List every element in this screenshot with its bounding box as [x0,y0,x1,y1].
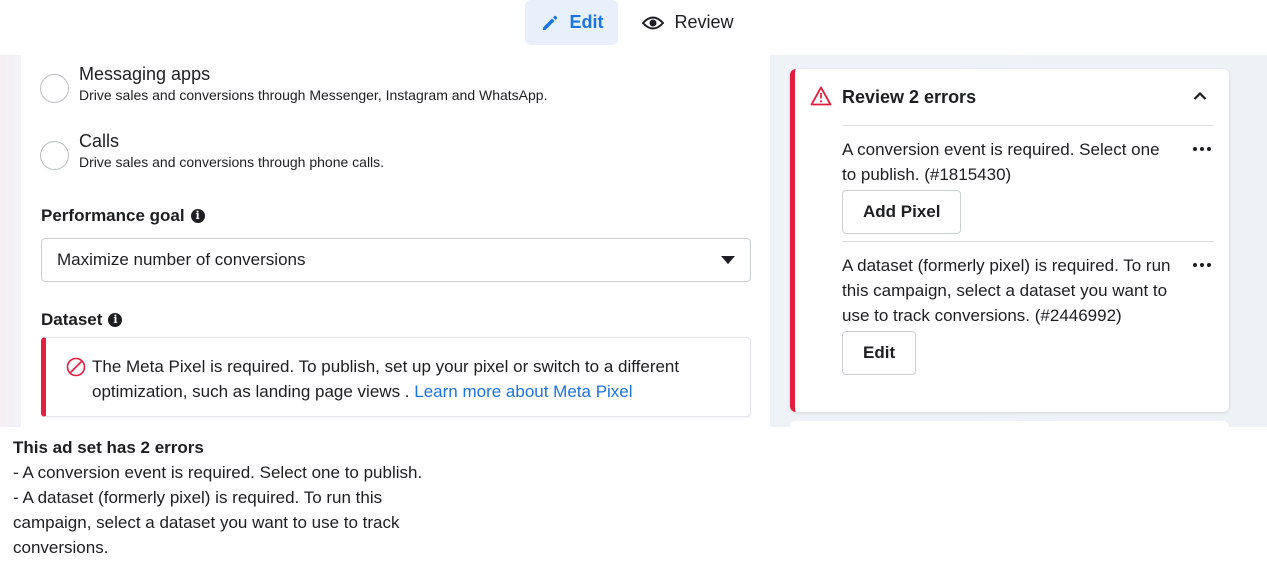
error-message: A dataset (formerly pixel) is required. … [842,256,1171,325]
radio-button[interactable] [40,141,69,170]
option-text: Messaging apps Drive sales and conversio… [79,63,547,105]
option-description: Drive sales and conversions through Mess… [79,87,548,103]
tooltip-error-line: - A dataset (formerly pixel) is required… [13,488,400,557]
warning-icon [810,86,832,106]
option-title: Messaging apps [79,64,211,84]
eye-icon [642,16,665,29]
learn-more-link[interactable]: Learn more about Meta Pixel [414,382,632,401]
option-text: Calls Drive sales and conversions throug… [79,130,384,172]
caret-down-icon [721,256,735,264]
tooltip-error-line: - A conversion event is required. Select… [13,463,423,482]
review-mode-label: Review [674,12,734,32]
review-errors-panel: Review 2 errors A conversion event is re… [790,69,1229,412]
divider [842,241,1214,242]
edit-dataset-button[interactable]: Edit [842,331,917,375]
chevron-up-icon[interactable] [1193,91,1207,101]
conversion-option-calls[interactable]: Calls Drive sales and conversions throug… [40,130,384,172]
editor-panel: Messaging apps Drive sales and conversio… [21,55,770,427]
pixel-required-alert: The Meta Pixel is required. To publish, … [41,337,751,417]
error-message: A conversion event is required. Select o… [842,140,1160,184]
tooltip-title: This ad set has 2 errors [13,438,204,457]
info-icon[interactable]: i [108,313,123,327]
dataset-label: Dataset [41,310,103,329]
review-errors-title: Review 2 errors [842,87,977,107]
performance-goal-heading: Performance goal i [41,206,205,226]
option-title: Calls [79,131,120,151]
prohibited-icon [66,357,86,377]
option-description: Drive sales and conversions through phon… [79,154,385,170]
error-item: A conversion event is required. Select o… [842,137,1214,234]
edit-mode-button[interactable]: Edit [525,0,618,45]
ad-set-editor-page: Edit Review Messaging apps Drive sales a… [0,0,1267,572]
performance-goal-value: Maximize number of conversions [57,250,306,269]
dataset-heading: Dataset i [41,310,123,330]
error-item: A dataset (formerly pixel) is required. … [842,253,1214,375]
performance-goal-select[interactable]: Maximize number of conversions [41,238,751,282]
edit-mode-label: Edit [569,12,604,32]
alert-message: The Meta Pixel is required. To publish, … [92,354,732,404]
pencil-icon [542,15,557,30]
more-options-icon[interactable] [1190,137,1214,161]
info-icon[interactable]: i [190,209,205,223]
review-errors-header[interactable]: Review 2 errors [795,69,1229,126]
mode-toolbar: Edit Review [0,0,1267,55]
conversion-option-messaging[interactable]: Messaging apps Drive sales and conversio… [40,63,547,105]
divider [842,125,1214,126]
more-options-icon[interactable] [1190,253,1214,277]
errors-tooltip: This ad set has 2 errors - A conversion … [0,427,1267,572]
add-pixel-button[interactable]: Add Pixel [842,190,962,234]
radio-button[interactable] [40,74,69,103]
review-mode-button[interactable]: Review [640,0,736,45]
performance-goal-label: Performance goal [41,206,185,225]
